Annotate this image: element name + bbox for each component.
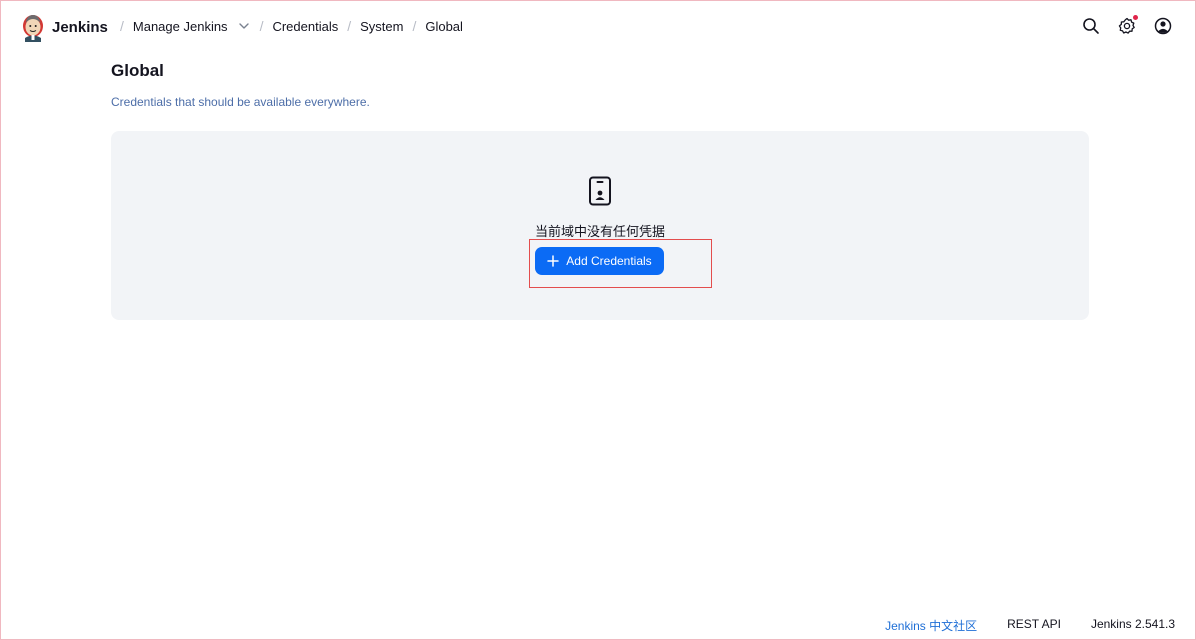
footer-link-community[interactable]: Jenkins 中文社区 xyxy=(885,617,977,634)
search-button[interactable] xyxy=(1081,16,1101,36)
footer: Jenkins 中文社区 REST API Jenkins 2.541.3 xyxy=(855,617,1175,634)
jenkins-home-link[interactable]: Jenkins xyxy=(19,12,108,42)
brand-name: Jenkins xyxy=(52,18,108,36)
header-actions xyxy=(1065,15,1173,36)
account-button[interactable] xyxy=(1153,16,1173,36)
plus-icon xyxy=(547,255,560,267)
page-title: Global xyxy=(111,61,164,80)
footer-link-rest-api[interactable]: REST API xyxy=(1007,617,1061,634)
jenkins-logo-icon xyxy=(23,15,43,42)
add-credentials-button[interactable]: Add Credentials xyxy=(535,247,664,275)
breadcrumb-global[interactable]: Global xyxy=(425,19,463,34)
breadcrumb-separator: / xyxy=(347,18,352,34)
page: Jenkins / Manage Jenkins / Credentials /… xyxy=(0,0,1196,640)
empty-state-panel: 当前域中没有任何凭据 Add Credentials xyxy=(111,131,1089,320)
breadcrumb-separator: / xyxy=(120,18,124,34)
breadcrumb-manage-jenkins[interactable]: Manage Jenkins xyxy=(133,19,228,34)
breadcrumb: / Manage Jenkins / Credentials / System … xyxy=(111,18,463,34)
top-header: Jenkins / Manage Jenkins / Credentials /… xyxy=(1,1,1195,53)
settings-button[interactable] xyxy=(1117,15,1138,36)
credential-card-icon xyxy=(589,176,611,206)
breadcrumb-system[interactable]: System xyxy=(360,19,403,34)
search-icon xyxy=(1083,18,1099,34)
notification-dot xyxy=(1133,15,1138,20)
account-icon xyxy=(1154,17,1172,35)
add-credentials-label: Add Credentials xyxy=(566,254,652,268)
breadcrumb-separator: / xyxy=(412,18,417,34)
footer-link-version[interactable]: Jenkins 2.541.3 xyxy=(1091,617,1175,634)
breadcrumb-separator: / xyxy=(259,18,264,34)
page-description: Credentials that should be available eve… xyxy=(111,95,370,109)
empty-state-message: 当前域中没有任何凭据 xyxy=(534,224,665,239)
chevron-down-icon[interactable] xyxy=(237,19,251,33)
breadcrumb-credentials[interactable]: Credentials xyxy=(272,19,338,34)
